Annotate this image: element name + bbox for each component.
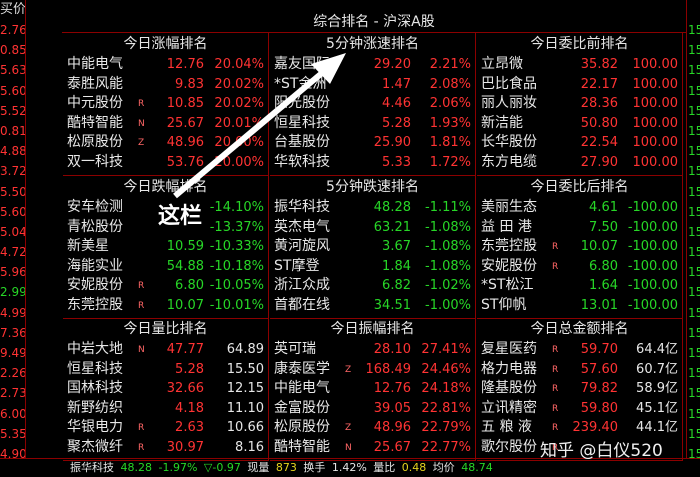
status-change-pct: -1.97%	[158, 461, 198, 474]
annotation-label: 这栏	[158, 204, 203, 229]
status-avg: 48.74	[461, 461, 493, 474]
status-price: 48.28	[120, 461, 153, 474]
status-vol: 873	[275, 461, 297, 474]
status-ratio-label: 量比	[373, 461, 396, 474]
status-turnover-label: 换手	[303, 461, 326, 474]
status-turnover: 1.42%	[331, 461, 367, 474]
status-stock-name[interactable]: 振华科技	[70, 461, 114, 474]
status-change: ▽-0.97	[203, 461, 241, 474]
status-avg-label: 均价	[432, 461, 455, 474]
status-vol-label: 现量	[247, 461, 270, 474]
status-ratio: 0.48	[401, 461, 427, 474]
annotation-arrow	[173, 53, 346, 199]
watermark-text: 知乎 @白仪520	[540, 441, 663, 461]
